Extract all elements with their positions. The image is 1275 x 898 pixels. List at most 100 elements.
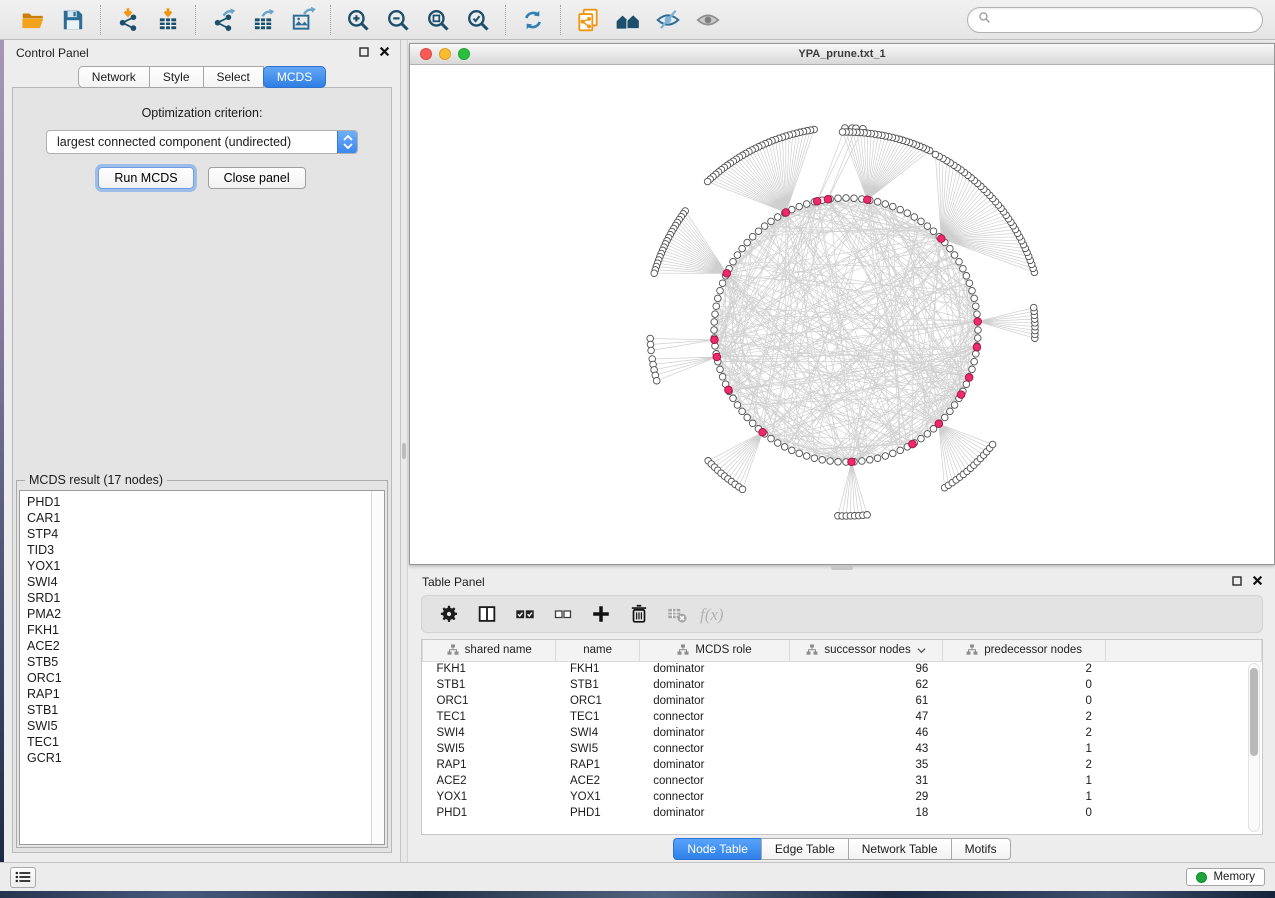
list-item[interactable]: ORC1 bbox=[27, 670, 384, 686]
tab-edge-table[interactable]: Edge Table bbox=[761, 838, 849, 860]
list-item[interactable]: GCR1 bbox=[27, 750, 384, 766]
column-header-name[interactable]: name bbox=[556, 640, 639, 661]
maximize-window-icon[interactable] bbox=[458, 48, 470, 60]
cell-predecessor-nodes[interactable]: 0 bbox=[942, 693, 1106, 709]
list-item[interactable]: TEC1 bbox=[27, 734, 384, 750]
tab-select[interactable]: Select bbox=[203, 66, 264, 88]
unselect-all-columns-icon[interactable] bbox=[546, 599, 580, 629]
optimization-criterion-select[interactable]: largest connected component (undirected) bbox=[46, 130, 358, 154]
close-panel-button[interactable]: Close panel bbox=[208, 167, 306, 189]
cell-name[interactable]: TEC1 bbox=[556, 709, 639, 725]
list-item[interactable]: TID3 bbox=[27, 542, 384, 558]
cell-successor-nodes[interactable]: 29 bbox=[790, 789, 943, 805]
cell-shared-name[interactable]: YOX1 bbox=[423, 789, 556, 805]
export-image-icon[interactable] bbox=[285, 5, 321, 35]
zoom-selected-icon[interactable] bbox=[460, 5, 496, 35]
list-item[interactable]: RAP1 bbox=[27, 686, 384, 702]
cell-MCDS-role[interactable]: dominator bbox=[639, 693, 790, 709]
cell-successor-nodes[interactable]: 46 bbox=[790, 725, 943, 741]
table-row[interactable]: RAP1RAP1dominator352 bbox=[423, 757, 1262, 773]
column-header-predecessor-nodes[interactable]: predecessor nodes bbox=[942, 640, 1106, 661]
cell-MCDS-role[interactable]: connector bbox=[639, 773, 790, 789]
table-settings-icon[interactable] bbox=[432, 599, 466, 629]
cell-shared-name[interactable]: TEC1 bbox=[423, 709, 556, 725]
cell-shared-name[interactable]: ORC1 bbox=[423, 693, 556, 709]
tab-network[interactable]: Network bbox=[78, 66, 150, 88]
cell-name[interactable]: RAP1 bbox=[556, 757, 639, 773]
table-row[interactable]: ORC1ORC1dominator610 bbox=[423, 693, 1262, 709]
new-network-from-file-icon[interactable] bbox=[570, 5, 606, 35]
cell-shared-name[interactable]: RAP1 bbox=[423, 757, 556, 773]
table-scrollbar-thumb[interactable] bbox=[1250, 668, 1258, 756]
network-canvas[interactable] bbox=[410, 65, 1274, 564]
mcds-result-list[interactable]: PHD1CAR1STP4TID3YOX1SWI4SRD1PMA2FKH1ACE2… bbox=[19, 490, 385, 845]
cell-predecessor-nodes[interactable]: 1 bbox=[942, 773, 1106, 789]
list-item[interactable]: CAR1 bbox=[27, 510, 384, 526]
cell-name[interactable]: ORC1 bbox=[556, 693, 639, 709]
list-item[interactable]: PMA2 bbox=[27, 606, 384, 622]
column-header-successor-nodes[interactable]: successor nodes bbox=[790, 640, 943, 661]
tab-node-table[interactable]: Node Table bbox=[673, 838, 762, 860]
list-item[interactable]: FKH1 bbox=[27, 622, 384, 638]
cell-predecessor-nodes[interactable]: 0 bbox=[942, 677, 1106, 693]
list-item[interactable]: PHD1 bbox=[27, 494, 384, 510]
cell-shared-name[interactable]: SWI4 bbox=[423, 725, 556, 741]
list-item[interactable]: STB1 bbox=[27, 702, 384, 718]
export-network-icon[interactable] bbox=[205, 5, 241, 35]
cell-shared-name[interactable]: PHD1 bbox=[423, 805, 556, 821]
cell-successor-nodes[interactable]: 43 bbox=[790, 741, 943, 757]
cell-spacer[interactable] bbox=[1106, 677, 1262, 693]
cell-successor-nodes[interactable]: 61 bbox=[790, 693, 943, 709]
save-session-icon[interactable] bbox=[55, 5, 91, 35]
cell-successor-nodes[interactable]: 62 bbox=[790, 677, 943, 693]
minimize-window-icon[interactable] bbox=[439, 48, 451, 60]
list-item[interactable]: STB5 bbox=[27, 654, 384, 670]
cell-shared-name[interactable]: STB1 bbox=[423, 677, 556, 693]
tab-mcds[interactable]: MCDS bbox=[263, 66, 326, 88]
column-header-MCDS-role[interactable]: MCDS role bbox=[639, 640, 790, 661]
tab-network-table[interactable]: Network Table bbox=[848, 838, 952, 860]
zoom-in-icon[interactable] bbox=[340, 5, 376, 35]
cell-spacer[interactable] bbox=[1106, 725, 1262, 741]
search-input[interactable] bbox=[997, 13, 1252, 27]
list-item[interactable]: STP4 bbox=[27, 526, 384, 542]
node-table[interactable]: shared namenameMCDS rolesuccessor nodesp… bbox=[422, 640, 1262, 821]
list-item[interactable]: SWI5 bbox=[27, 718, 384, 734]
list-item[interactable]: YOX1 bbox=[27, 558, 384, 574]
search-box[interactable] bbox=[967, 7, 1263, 33]
zoom-fit-icon[interactable] bbox=[420, 5, 456, 35]
hide-graphics-details-icon[interactable] bbox=[650, 5, 686, 35]
cell-spacer[interactable] bbox=[1106, 789, 1262, 805]
refresh-layout-icon[interactable] bbox=[515, 5, 551, 35]
cell-name[interactable]: ACE2 bbox=[556, 773, 639, 789]
table-row[interactable]: STB1STB1dominator620 bbox=[423, 677, 1262, 693]
cell-spacer[interactable] bbox=[1106, 757, 1262, 773]
cell-MCDS-role[interactable]: dominator bbox=[639, 757, 790, 773]
cell-name[interactable]: SWI4 bbox=[556, 725, 639, 741]
cell-shared-name[interactable]: FKH1 bbox=[423, 661, 556, 677]
table-panel-splitter[interactable] bbox=[409, 565, 1275, 570]
cell-MCDS-role[interactable]: dominator bbox=[639, 725, 790, 741]
close-table-panel-icon[interactable] bbox=[1252, 573, 1263, 591]
first-neighbors-icon[interactable] bbox=[610, 5, 646, 35]
cell-shared-name[interactable]: ACE2 bbox=[423, 773, 556, 789]
cell-MCDS-role[interactable]: connector bbox=[639, 709, 790, 725]
cell-MCDS-role[interactable]: connector bbox=[639, 789, 790, 805]
table-row[interactable]: TEC1TEC1connector472 bbox=[423, 709, 1262, 725]
tab-style[interactable]: Style bbox=[149, 66, 204, 88]
cell-predecessor-nodes[interactable]: 1 bbox=[942, 741, 1106, 757]
cell-spacer[interactable] bbox=[1106, 741, 1262, 757]
list-item[interactable]: SWI4 bbox=[27, 574, 384, 590]
export-table-icon[interactable] bbox=[245, 5, 281, 35]
cell-name[interactable]: SWI5 bbox=[556, 741, 639, 757]
cell-MCDS-role[interactable]: connector bbox=[639, 741, 790, 757]
cell-spacer[interactable] bbox=[1106, 805, 1262, 821]
table-row[interactable]: YOX1YOX1connector291 bbox=[423, 789, 1262, 805]
cell-name[interactable]: PHD1 bbox=[556, 805, 639, 821]
cell-spacer[interactable] bbox=[1106, 693, 1262, 709]
network-window-titlebar[interactable]: YPA_prune.txt_1 bbox=[410, 44, 1274, 65]
delete-columns-icon[interactable] bbox=[622, 599, 656, 629]
run-mcds-button[interactable]: Run MCDS bbox=[98, 167, 193, 189]
import-network-icon[interactable] bbox=[110, 5, 146, 35]
cell-predecessor-nodes[interactable]: 2 bbox=[942, 757, 1106, 773]
